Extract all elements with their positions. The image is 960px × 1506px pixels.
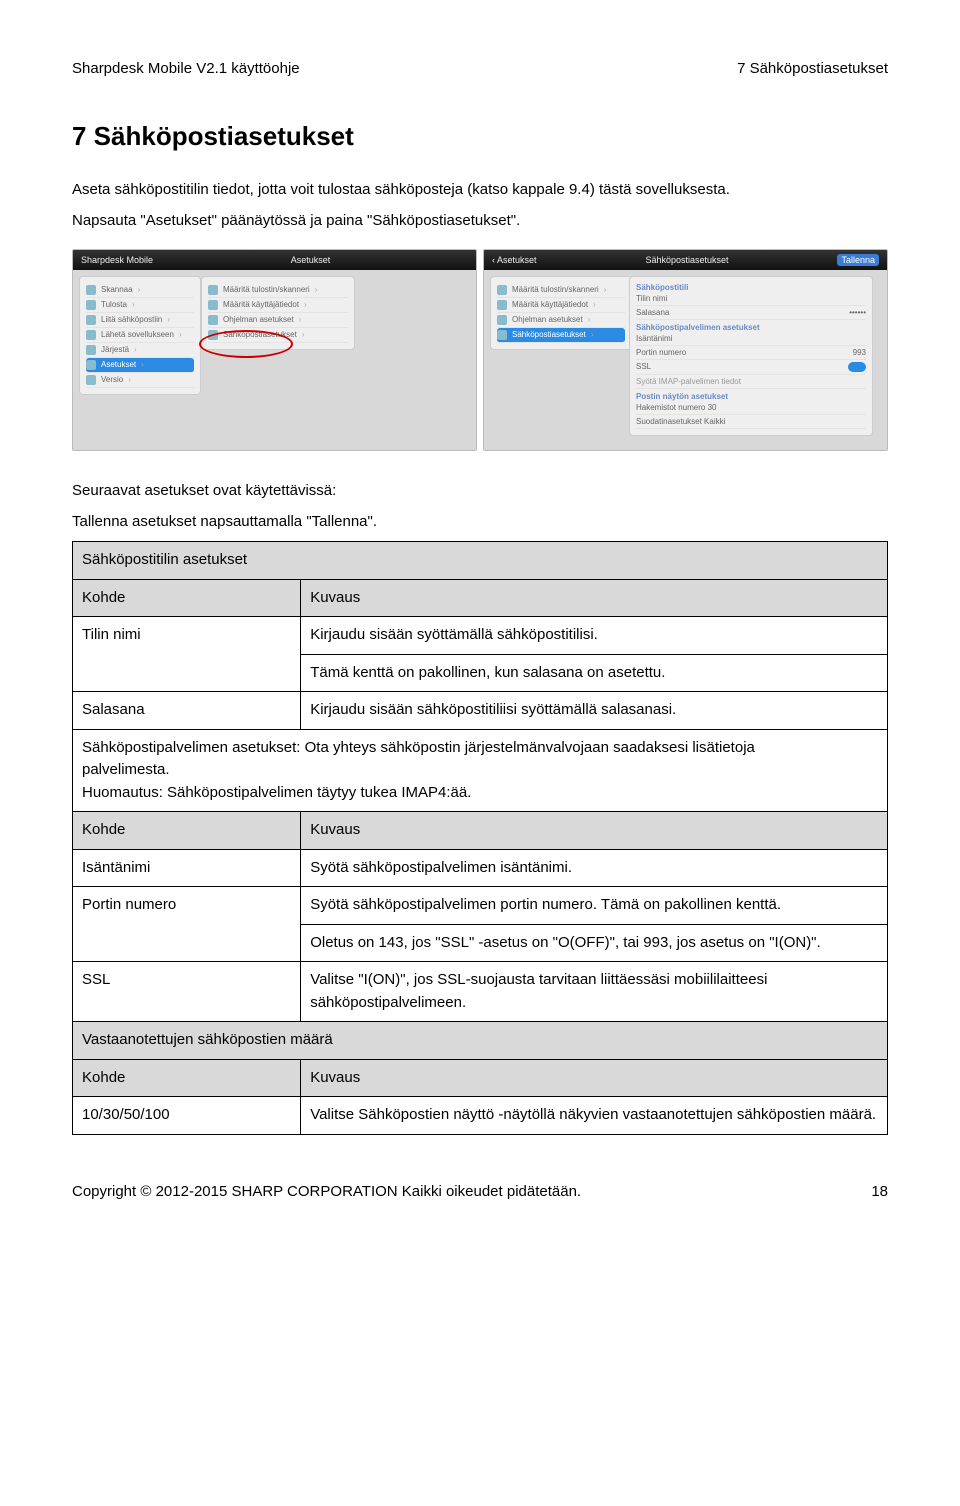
menu-row: Liitä sähköpostiin› [86, 313, 194, 328]
cell-value: Kirjaudu sisään syöttämällä sähköpostiti… [301, 617, 888, 655]
settings-row: Määritä tulostin/skanneri› [497, 283, 625, 298]
intro-p2: Napsauta "Asetukset" päänäytössä ja pain… [72, 209, 888, 232]
settings-row: Määritä käyttäjätiedot› [497, 298, 625, 313]
form-row: Salasana•••••• [636, 306, 866, 320]
screen-title: Asetukset [153, 255, 468, 265]
col-header-kuvaus: Kuvaus [301, 812, 888, 850]
after-shots-p2: Tallenna asetukset napsauttamalla "Talle… [72, 510, 888, 533]
cell-ssl: SSL [73, 962, 301, 1022]
menu-row: Tulosta› [86, 298, 194, 313]
form-subheader: Postin näytön asetukset [636, 392, 866, 401]
menu-row: Lähetä sovellukseen› [86, 328, 194, 343]
cell-value: Oletus on 143, jos "SSL" -asetus on "O(O… [301, 924, 888, 962]
form-row: Suodatinasetukset Kaikki [636, 415, 866, 429]
screenshot-email-settings: ‹ Asetukset Sähköpostiasetukset Tallenna… [483, 249, 888, 451]
page-title: 7 Sähköpostiasetukset [72, 121, 888, 152]
cell-value: Syötä sähköpostipalvelimen isäntänimi. [301, 849, 888, 887]
settings-row-email: Sähköpostiasetukset› [497, 328, 625, 343]
col-header-kohde: Kohde [73, 812, 301, 850]
email-form-panel: Sähköpostitili Tilin nimi Salasana••••••… [629, 276, 873, 436]
app-title: Sharpdesk Mobile [81, 255, 153, 265]
col-header-kuvaus: Kuvaus [301, 579, 888, 617]
settings-row: Määritä tulostin/skanneri› [208, 283, 348, 298]
form-hint: Syötä IMAP-palvelimen tiedot [636, 375, 866, 389]
menu-row-asetukset: Asetukset› [86, 358, 194, 373]
screenshot-titlebar: Sharpdesk Mobile Asetukset [73, 250, 476, 270]
settings-row: Ohjelman asetukset› [497, 313, 625, 328]
header-left: Sharpdesk Mobile V2.1 käyttöohje [72, 60, 300, 77]
main-menu-panel: Skannaa› Tulosta› Liitä sähköpostiin› Lä… [79, 276, 201, 395]
menu-row: Järjestä› [86, 343, 194, 358]
cell-tilin-nimi: Tilin nimi [73, 617, 301, 692]
settings-table: Sähköpostitilin asetukset Kohde Kuvaus T… [72, 541, 888, 1135]
table-server-note: Sähköpostipalvelimen asetukset: Ota yhte… [73, 729, 888, 812]
cell-value: Tämä kenttä on pakollinen, kun salasana … [301, 654, 888, 692]
form-row: Tilin nimi [636, 292, 866, 306]
cell-value: Valitse "I(ON)", jos SSL-suojausta tarvi… [301, 962, 888, 1022]
col-header-kuvaus: Kuvaus [301, 1059, 888, 1097]
screenshot-strip: Sharpdesk Mobile Asetukset Skannaa› Tulo… [72, 249, 888, 451]
cell-value: Valitse Sähköpostien näyttö -näytöllä nä… [301, 1097, 888, 1135]
menu-row: Versio› [86, 373, 194, 388]
table-section-title: Sähköpostitilin asetukset [73, 542, 888, 580]
form-row: Portin numero993 [636, 346, 866, 360]
settings-row: Ohjelman asetukset› [208, 313, 348, 328]
footer-copyright: Copyright © 2012-2015 SHARP CORPORATION … [72, 1183, 581, 1200]
settings-panel-2: Määritä tulostin/skanneri› Määritä käytt… [490, 276, 632, 350]
cell-salasana: Salasana [73, 692, 301, 730]
cell-value: Syötä sähköpostipalvelimen portin numero… [301, 887, 888, 925]
form-row: Hakemistot numero 30 [636, 401, 866, 415]
page-number: 18 [871, 1183, 888, 1200]
form-subheader: Sähköpostitili [636, 283, 866, 292]
form-subheader: Sähköpostipalvelimen asetukset [636, 323, 866, 332]
cell-isanta: Isäntänimi [73, 849, 301, 887]
form-row: Isäntänimi [636, 332, 866, 346]
cell-portin: Portin numero [73, 887, 301, 962]
header-right: 7 Sähköpostiasetukset [737, 60, 888, 77]
cell-counts: 10/30/50/100 [73, 1097, 301, 1135]
col-header-kohde: Kohde [73, 579, 301, 617]
cell-value: Kirjaudu sisään sähköpostitiliisi syöttä… [301, 692, 888, 730]
table-section-title: Vastaanotettujen sähköpostien määrä [73, 1022, 888, 1060]
menu-row: Skannaa› [86, 283, 194, 298]
col-header-kohde: Kohde [73, 1059, 301, 1097]
screenshot-main: Sharpdesk Mobile Asetukset Skannaa› Tulo… [72, 249, 477, 451]
after-shots-p1: Seuraavat asetukset ovat käytettävissä: [72, 479, 888, 502]
highlight-ellipse [199, 330, 293, 358]
intro-p1: Aseta sähköpostitilin tiedot, jotta voit… [72, 178, 888, 201]
screenshot-titlebar: ‹ Asetukset Sähköpostiasetukset Tallenna [484, 250, 887, 270]
settings-row: Määritä käyttäjätiedot› [208, 298, 348, 313]
form-row: SSL [636, 360, 866, 375]
